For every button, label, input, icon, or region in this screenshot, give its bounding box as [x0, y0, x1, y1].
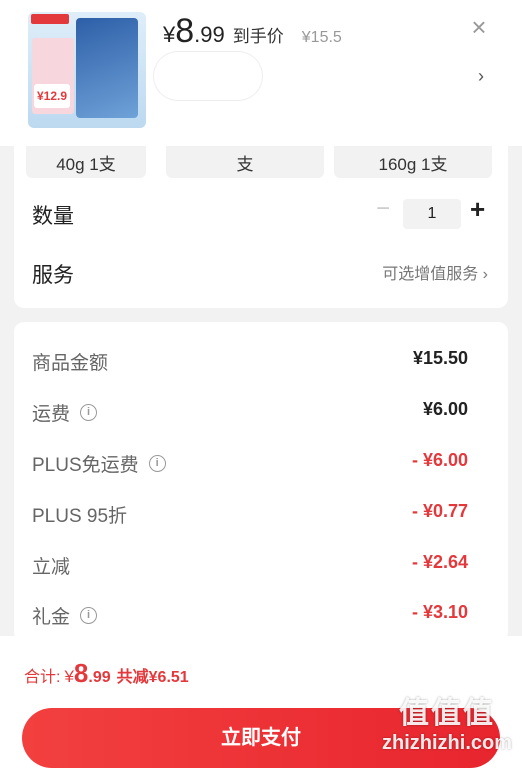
service-label: 服务: [32, 264, 74, 287]
fee-row: 运费 i ¥6.00: [32, 399, 468, 429]
info-icon[interactable]: i: [80, 404, 98, 421]
price-breakdown-card: 商品金额 ¥15.50 运费 i ¥6.00 PLUS免运费 i - ¥6.00 P…: [14, 322, 508, 642]
chevron-right-icon[interactable]: ›: [478, 66, 484, 87]
fee-label: 运费 i: [32, 399, 98, 426]
price-label: 到手价: [232, 27, 284, 46]
fee-row: 礼金 i - ¥3.10: [32, 602, 468, 632]
thumbnail-tube: [76, 18, 138, 118]
spec-option-label: 40g 1支: [56, 155, 116, 174]
spec-option-label: 支: [236, 155, 254, 174]
checkout-bar: 合计: ¥ 8 .99 共减¥6.51 立即支付 值值值 zhizhizhi.c…: [0, 636, 522, 772]
service-link[interactable]: 可选增值服务 ›: [382, 260, 488, 284]
product-thumbnail[interactable]: ¥12.9: [28, 12, 146, 128]
fee-label-text: PLUS 95折: [32, 506, 128, 527]
fee-label-text: 商品金额: [32, 353, 109, 374]
spec-option-label: 160g 1支: [378, 155, 448, 174]
fee-label: 礼金 i: [32, 602, 98, 629]
fee-value: ¥6.00: [422, 399, 468, 419]
fee-label: PLUS免运费 i: [32, 450, 166, 477]
original-price: ¥15.5: [301, 29, 342, 46]
fee-value: - ¥0.77: [411, 501, 468, 521]
spec-card: 40g 1支 支 160g 1支 数量 − 1 + 服务 可选增值服务 ›: [14, 120, 508, 308]
watermark-url: zhizhizhi.com: [382, 732, 512, 754]
fee-label: 商品金额: [32, 348, 108, 375]
fee-value: ¥15.50: [412, 348, 468, 368]
fee-label-text: 立减: [32, 557, 71, 578]
quantity-input[interactable]: 1: [403, 199, 461, 229]
quantity-minus-button[interactable]: −: [376, 195, 390, 223]
total-currency: ¥: [64, 667, 74, 686]
fee-value: - ¥6.00: [411, 450, 468, 470]
fee-value: - ¥3.10: [411, 602, 468, 622]
total-decimal: .99: [88, 669, 111, 686]
site-watermark: 值值值 zhizhizhi.com: [382, 688, 512, 755]
total-label: 合计:: [24, 669, 61, 686]
price-currency: ¥: [163, 22, 176, 47]
quantity-label: 数量: [32, 205, 74, 228]
close-icon[interactable]: ×: [466, 14, 492, 40]
fee-row: PLUS 95折 - ¥0.77: [32, 501, 468, 531]
quantity-plus-button[interactable]: +: [470, 194, 485, 225]
selected-spec-pill[interactable]: [154, 52, 262, 100]
fee-row: PLUS免运费 i - ¥6.00: [32, 450, 468, 480]
total-savings: 共减¥6.51: [116, 669, 189, 686]
watermark-logo: 值值值: [399, 697, 495, 730]
product-header: ¥12.9 ¥ 8 .99 到手价 ¥15.5 × ›: [0, 0, 522, 146]
total-price: 合计: ¥ 8 .99 共减¥6.51: [24, 658, 189, 689]
thumbnail-price-badge: ¥12.9: [34, 84, 70, 108]
price-integer: 8: [175, 12, 195, 50]
fee-label-text: 礼金: [32, 607, 71, 628]
price-decimal: .99: [194, 22, 225, 47]
fee-label: PLUS 95折: [32, 501, 127, 528]
thumbnail-tag: [31, 14, 69, 24]
fee-row: 商品金额 ¥15.50: [32, 348, 468, 378]
final-price: ¥ 8 .99 到手价 ¥15.5: [163, 12, 342, 51]
fee-label-text: 运费: [32, 404, 71, 425]
fee-value: - ¥2.64: [411, 552, 468, 572]
total-integer: 8: [73, 658, 89, 688]
fee-label: 立减: [32, 552, 70, 579]
info-icon[interactable]: i: [80, 607, 98, 624]
info-icon[interactable]: i: [148, 455, 166, 472]
fee-label-text: PLUS免运费: [32, 455, 139, 476]
fee-row: 立减 - ¥2.64: [32, 552, 468, 582]
